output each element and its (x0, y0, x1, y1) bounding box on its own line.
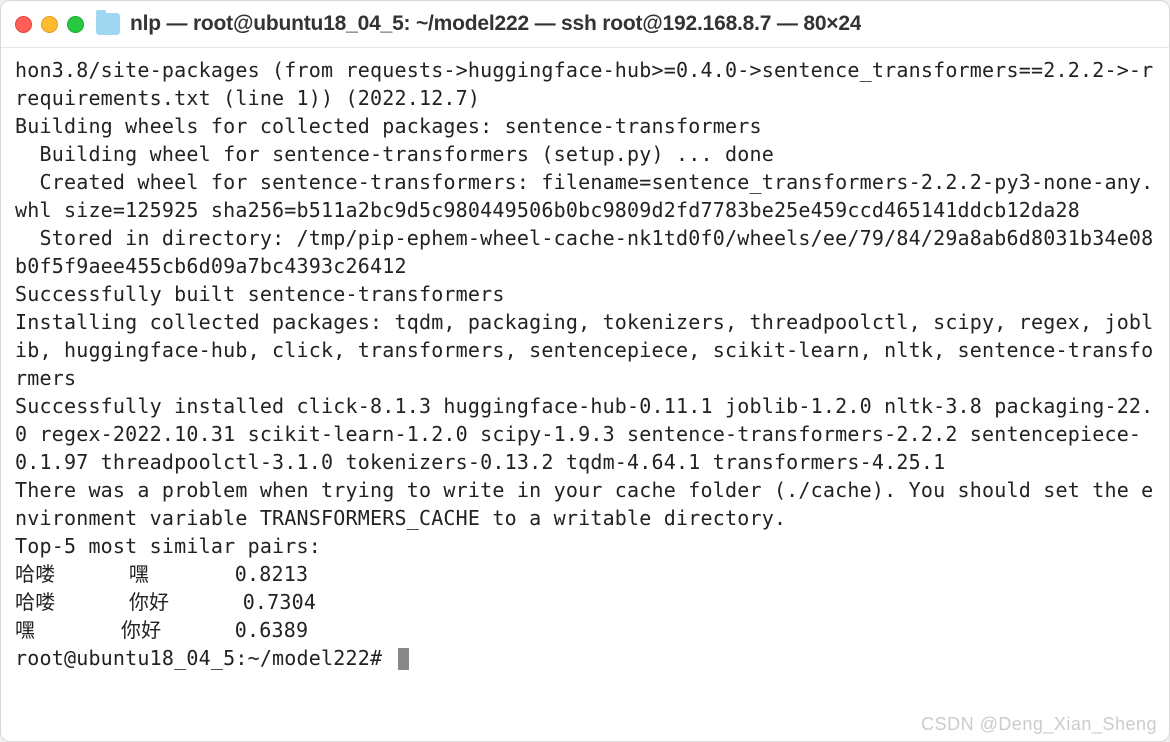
window-title: nlp — root@ubuntu18_04_5: ~/model222 — s… (130, 12, 861, 36)
terminal-window: nlp — root@ubuntu18_04_5: ~/model222 — s… (0, 0, 1170, 742)
terminal-line: 哈喽 你好 0.7304 (15, 590, 316, 614)
terminal-line: hon3.8/site-packages (from requests->hug… (15, 58, 1166, 110)
titlebar: nlp — root@ubuntu18_04_5: ~/model222 — s… (1, 1, 1169, 48)
terminal-line: Building wheel for sentence-transformers… (15, 142, 774, 166)
terminal-line: Top-5 most similar pairs: (15, 534, 321, 558)
minimize-icon[interactable] (41, 16, 58, 33)
terminal-line: Successfully installed click-8.1.3 huggi… (15, 394, 1153, 474)
terminal-line: Building wheels for collected packages: … (15, 114, 762, 138)
terminal-line: Installing collected packages: tqdm, pac… (15, 310, 1153, 390)
terminal-line: There was a problem when trying to write… (15, 478, 1153, 530)
terminal-line: 嘿 你好 0.6389 (15, 618, 308, 642)
folder-icon (96, 13, 120, 35)
terminal-line: 哈喽 嘿 0.8213 (15, 562, 308, 586)
terminal-line: Successfully built sentence-transformers (15, 282, 505, 306)
window-controls (15, 16, 84, 33)
terminal-line: Stored in directory: /tmp/pip-ephem-whee… (15, 226, 1153, 278)
zoom-icon[interactable] (67, 16, 84, 33)
terminal-body[interactable]: hon3.8/site-packages (from requests->hug… (1, 48, 1169, 741)
shell-prompt: root@ubuntu18_04_5:~/model222# (15, 646, 394, 670)
close-icon[interactable] (15, 16, 32, 33)
cursor-icon (398, 648, 409, 670)
terminal-line: Created wheel for sentence-transformers:… (15, 170, 1153, 222)
